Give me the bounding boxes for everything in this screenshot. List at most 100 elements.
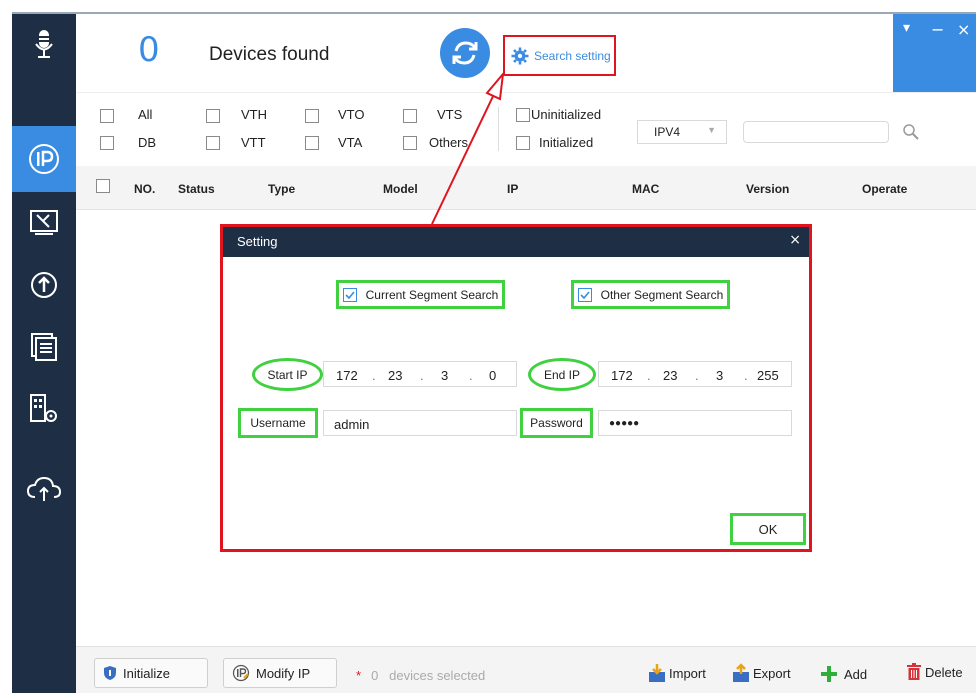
end-ip-octet-4[interactable]: 255: [757, 368, 779, 383]
column-status[interactable]: Status: [178, 182, 215, 196]
column-no[interactable]: NO.: [134, 182, 155, 196]
column-model[interactable]: Model: [383, 182, 418, 196]
start-ip-octet-1[interactable]: 172: [336, 368, 358, 383]
microphone-icon[interactable]: [12, 14, 76, 76]
filter-others-label: Others: [429, 135, 469, 150]
export-button[interactable]: Export: [732, 663, 791, 683]
dialog-titlebar: Setting ×: [223, 227, 809, 257]
ip-dot: .: [420, 368, 424, 383]
refresh-button[interactable]: [440, 28, 490, 78]
filter-db-label: DB: [138, 135, 157, 150]
filter-vtt-checkbox[interactable]: [206, 136, 220, 150]
shield-icon: [104, 666, 116, 680]
ip-version-value: IPV4: [654, 125, 681, 139]
sidebar-item-building[interactable]: [12, 378, 76, 440]
current-segment-checkbox[interactable]: [342, 287, 357, 302]
other-segment-checkbox[interactable]: [577, 287, 592, 302]
required-star: *: [356, 668, 362, 683]
header: 0 Devices found Search setting ▾ − ×: [76, 14, 976, 92]
sidebar-item-ip[interactable]: [12, 126, 76, 192]
chevron-down-icon: ▼: [707, 125, 716, 135]
ip-icon: [29, 144, 59, 174]
column-mac[interactable]: MAC: [632, 182, 659, 196]
current-segment-label: Current Segment Search: [365, 287, 499, 302]
filter-vta-label: VTA: [338, 135, 363, 150]
username-value: admin: [334, 417, 370, 432]
document-icon: [31, 333, 57, 361]
selection-info: * 0 devices selected: [356, 668, 485, 683]
filter-others-checkbox[interactable]: [403, 136, 417, 150]
ip-dot: .: [647, 368, 651, 383]
password-value: ●●●●●: [609, 418, 640, 429]
end-ip-field[interactable]: 172 . 23 . 3 . 255: [598, 361, 792, 387]
select-all-checkbox[interactable]: [96, 179, 110, 193]
start-ip-octet-3[interactable]: 3: [441, 368, 448, 383]
export-icon: [733, 663, 749, 682]
password-label: Password: [520, 408, 593, 438]
search-icon[interactable]: [902, 123, 920, 141]
filter-divider: [498, 107, 499, 151]
menu-dropdown-icon[interactable]: ▾: [903, 20, 910, 36]
device-type-filters: All VTH VTO VTS DB VTT VTA Others Uninit…: [76, 92, 976, 166]
upgrade-icon: [31, 272, 57, 298]
end-ip-octet-2[interactable]: 23: [663, 368, 677, 383]
plus-icon: [821, 666, 837, 682]
filter-db-checkbox[interactable]: [100, 136, 114, 150]
password-input[interactable]: ●●●●●: [598, 410, 792, 436]
import-button[interactable]: Import: [648, 663, 706, 683]
other-segment-search-option[interactable]: Other Segment Search: [571, 280, 730, 309]
ip-version-select[interactable]: IPV4 ▼: [637, 120, 727, 144]
filter-vth-checkbox[interactable]: [206, 109, 220, 123]
initialize-button[interactable]: Initialize: [94, 658, 208, 688]
tools-icon: [30, 210, 58, 235]
close-button[interactable]: ×: [957, 20, 970, 39]
filter-vta-checkbox[interactable]: [305, 136, 319, 150]
sidebar-item-cloud[interactable]: [12, 458, 76, 520]
filter-all-label: All: [138, 107, 153, 122]
import-icon: [649, 664, 665, 682]
add-label: Add: [844, 666, 868, 682]
filter-vts-checkbox[interactable]: [403, 109, 417, 123]
search-setting-button[interactable]: Search setting: [503, 35, 616, 76]
column-operate[interactable]: Operate: [862, 182, 907, 196]
checkmark-icon: [345, 290, 355, 299]
filter-vto-checkbox[interactable]: [305, 109, 319, 123]
column-type[interactable]: Type: [268, 182, 295, 196]
export-label: Export: [753, 665, 791, 681]
filter-vto-label: VTO: [338, 107, 365, 122]
dialog-close-button[interactable]: ×: [789, 232, 801, 248]
delete-label: Delete: [925, 664, 963, 680]
modify-ip-label: Modify IP: [256, 665, 311, 681]
bottom-toolbar: Initialize Modify IP * 0 devices selected…: [76, 646, 976, 693]
add-button[interactable]: Add: [820, 665, 867, 683]
username-input[interactable]: admin: [323, 410, 517, 436]
column-ip[interactable]: IP: [507, 182, 518, 196]
start-ip-field[interactable]: 172 . 23 . 3 . 0: [323, 361, 517, 387]
modify-ip-button[interactable]: Modify IP: [223, 658, 337, 688]
current-segment-search-option[interactable]: Current Segment Search: [336, 280, 505, 309]
sidebar-item-tools[interactable]: [12, 192, 76, 254]
uninitialized-label: Uninitialized: [531, 107, 602, 122]
minimize-button[interactable]: −: [931, 20, 944, 39]
config-tool-window: 0 Devices found Search setting ▾ − × All…: [0, 0, 976, 693]
start-ip-octet-4[interactable]: 0: [489, 368, 496, 383]
ok-button[interactable]: OK: [730, 513, 806, 545]
filter-vts-label: VTS: [437, 107, 463, 122]
filter-vth-label: VTH: [241, 107, 267, 122]
end-ip-octet-1[interactable]: 172: [611, 368, 633, 383]
end-ip-octet-3[interactable]: 3: [716, 368, 723, 383]
delete-button[interactable]: Delete: [906, 663, 963, 681]
initialized-checkbox[interactable]: [516, 136, 530, 150]
sidebar-item-documents[interactable]: [12, 316, 76, 378]
window-controls: ▾ − ×: [893, 14, 976, 92]
filter-all-checkbox[interactable]: [100, 109, 114, 123]
search-input[interactable]: [743, 121, 889, 143]
ip-dot: .: [469, 368, 473, 383]
uninitialized-checkbox[interactable]: [516, 108, 530, 122]
filter-vtt-label: VTT: [241, 135, 266, 150]
start-ip-octet-2[interactable]: 23: [388, 368, 402, 383]
sidebar-item-upgrade[interactable]: [12, 254, 76, 316]
column-version[interactable]: Version: [746, 182, 789, 196]
devices-found-label: Devices found: [209, 44, 330, 65]
ip-dot: .: [744, 368, 748, 383]
